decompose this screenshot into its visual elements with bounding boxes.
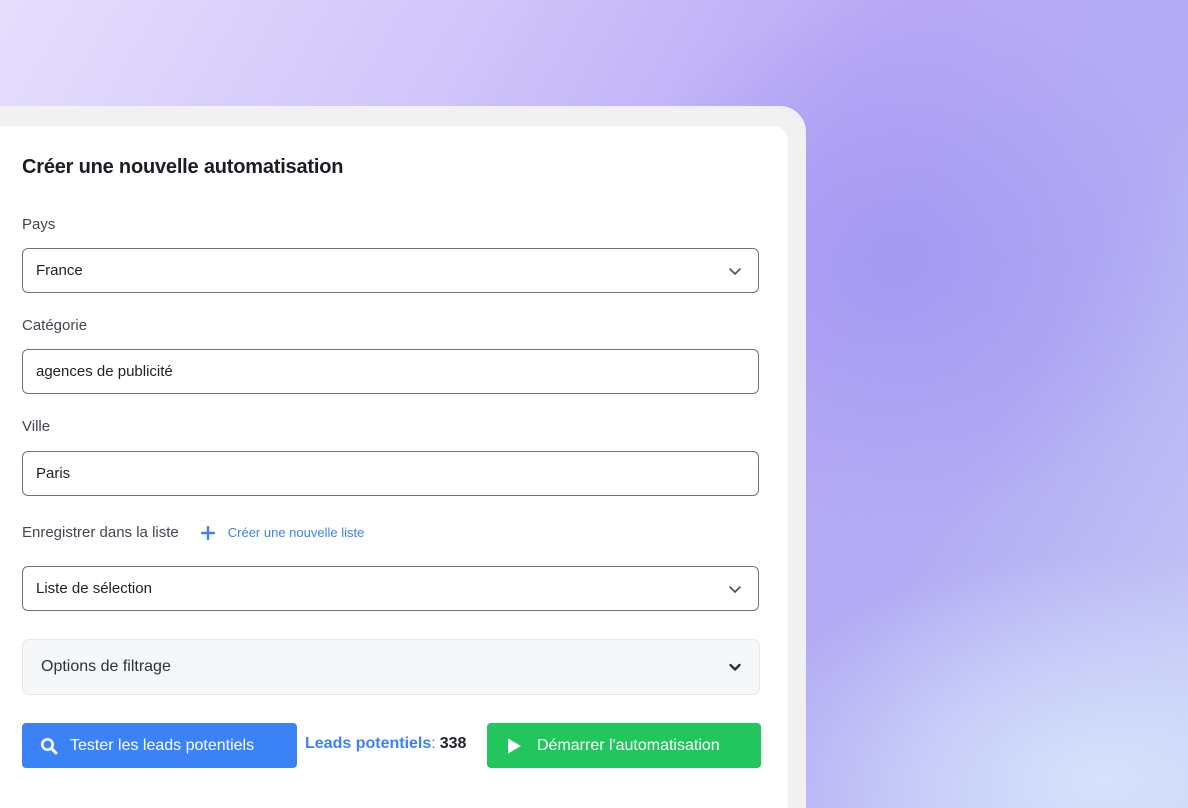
potential-leads-separator: : bbox=[431, 735, 436, 752]
start-automation-button[interactable]: Démarrer l'automatisation bbox=[487, 723, 761, 768]
play-icon bbox=[508, 738, 521, 753]
filter-options-toggle[interactable]: Options de filtrage bbox=[22, 639, 760, 695]
start-automation-label: Démarrer l'automatisation bbox=[537, 736, 720, 754]
country-label: Pays bbox=[22, 216, 56, 233]
category-input[interactable]: agences de publicité bbox=[22, 349, 759, 394]
chevron-down-icon bbox=[729, 586, 741, 593]
category-value: agences de publicité bbox=[36, 363, 173, 380]
chevron-down-icon bbox=[729, 268, 741, 275]
list-label: Enregistrer dans la liste bbox=[22, 524, 179, 541]
potential-leads-count: Leads potentiels:338 bbox=[305, 735, 466, 753]
plus-icon bbox=[200, 525, 215, 540]
test-leads-button[interactable]: Tester les leads potentiels bbox=[22, 723, 297, 768]
form-title: Créer une nouvelle automatisation bbox=[22, 156, 344, 178]
list-select[interactable]: Liste de sélection bbox=[22, 566, 759, 611]
create-list-link[interactable]: Créer une nouvelle liste bbox=[200, 525, 365, 540]
filter-options-label: Options de filtrage bbox=[41, 658, 171, 675]
country-select[interactable]: France bbox=[22, 248, 759, 293]
potential-leads-label: Leads potentiels bbox=[305, 735, 432, 752]
search-icon bbox=[41, 737, 58, 754]
city-value: Paris bbox=[36, 465, 71, 482]
create-list-label: Créer une nouvelle liste bbox=[227, 525, 365, 540]
chevron-down-icon bbox=[729, 663, 741, 671]
list-label-row: Enregistrer dans la liste Créer une nouv… bbox=[22, 524, 364, 541]
test-leads-label: Tester les leads potentiels bbox=[70, 736, 255, 754]
country-value: France bbox=[36, 262, 83, 279]
list-value: Liste de sélection bbox=[36, 580, 152, 597]
potential-leads-value: 338 bbox=[439, 735, 467, 752]
category-label: Catégorie bbox=[22, 317, 88, 334]
city-input[interactable]: Paris bbox=[22, 451, 759, 496]
city-label: Ville bbox=[22, 418, 51, 435]
